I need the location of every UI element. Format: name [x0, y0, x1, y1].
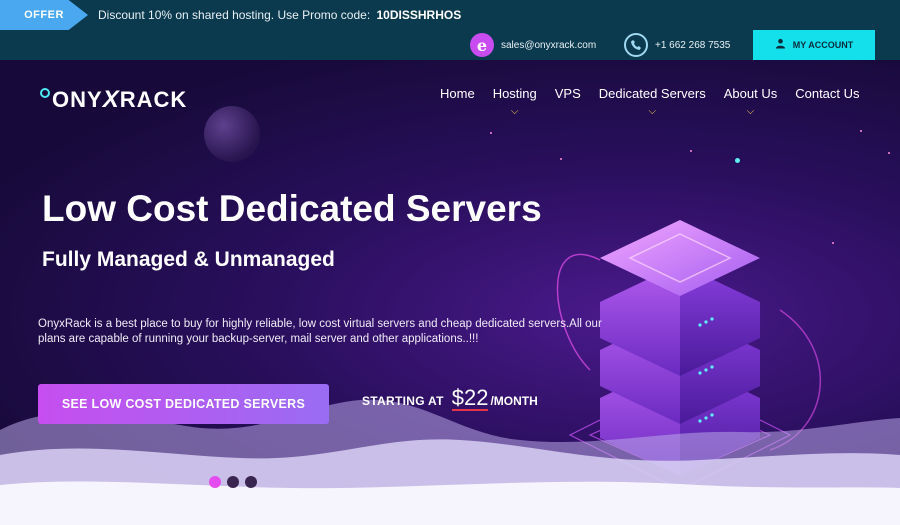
offer-tag: OFFER	[0, 0, 88, 30]
email-text[interactable]: sales@onyxrack.com	[501, 40, 596, 51]
price-value: $22	[451, 385, 489, 411]
hero-description: OnyxRack is a best place to buy for high…	[38, 318, 602, 345]
user-icon	[775, 38, 786, 52]
promo-text: Discount 10% on shared hosting. Use Prom…	[98, 8, 461, 22]
see-dedicated-servers-button[interactable]: SEE LOW COST DEDICATED SERVERS	[38, 384, 329, 424]
my-account-button[interactable]: MY ACCOUNT	[753, 30, 875, 60]
phone-icon	[624, 33, 648, 57]
starting-price: STARTING AT $22 /MONTH	[362, 387, 538, 411]
price-unit: /MONTH	[490, 394, 538, 408]
promo-message: Discount 10% on shared hosting. Use Prom…	[98, 8, 371, 22]
promo-bar: OFFER Discount 10% on shared hosting. Us…	[0, 0, 900, 30]
wave-decoration	[0, 399, 900, 525]
hero-section: ONY X RACK Home Hosting ⌵ VPS Dedicated …	[0, 60, 900, 525]
slider-dot[interactable]	[245, 476, 257, 488]
slider-dot[interactable]	[209, 476, 221, 488]
hero-subtitle: Fully Managed & Unmanaged	[42, 248, 335, 271]
phone-glyph	[631, 40, 641, 50]
promo-code: 10DISSHRHOS	[376, 8, 462, 22]
starting-label: STARTING AT	[362, 394, 444, 408]
contact-phone[interactable]: +1 662 268 7535	[624, 32, 730, 58]
my-account-label: MY ACCOUNT	[792, 40, 854, 50]
phone-text[interactable]: +1 662 268 7535	[655, 40, 730, 51]
email-icon: e	[470, 33, 494, 57]
hero-title: Low Cost Dedicated Servers	[42, 188, 542, 229]
contact-bar: e sales@onyxrack.com +1 662 268 7535 MY …	[0, 30, 900, 60]
contact-email[interactable]: e sales@onyxrack.com	[470, 32, 596, 58]
slider-dot[interactable]	[227, 476, 239, 488]
slider-dots	[209, 476, 263, 488]
